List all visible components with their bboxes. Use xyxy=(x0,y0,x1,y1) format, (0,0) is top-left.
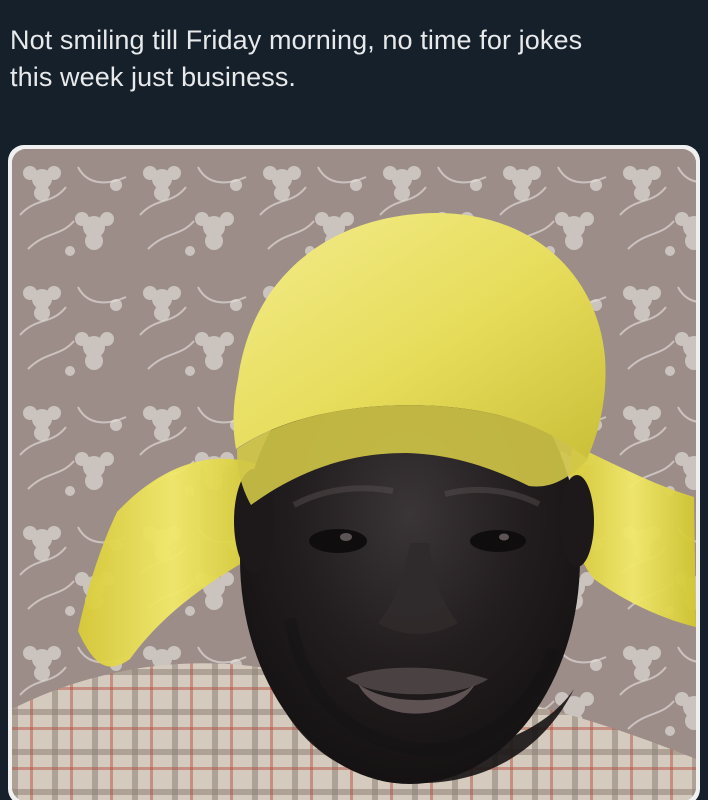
tweet-post: Not smiling till Friday morning, no time… xyxy=(0,0,708,800)
photo-illustration xyxy=(12,149,696,800)
post-text: Not smiling till Friday morning, no time… xyxy=(10,25,583,92)
right-eye xyxy=(470,530,526,552)
right-eye-highlight xyxy=(499,533,509,541)
photo-image[interactable] xyxy=(12,149,696,800)
left-eye xyxy=(309,529,367,553)
right-ear xyxy=(560,475,594,567)
media-frame[interactable] xyxy=(8,145,700,800)
left-eye-highlight xyxy=(340,533,352,541)
